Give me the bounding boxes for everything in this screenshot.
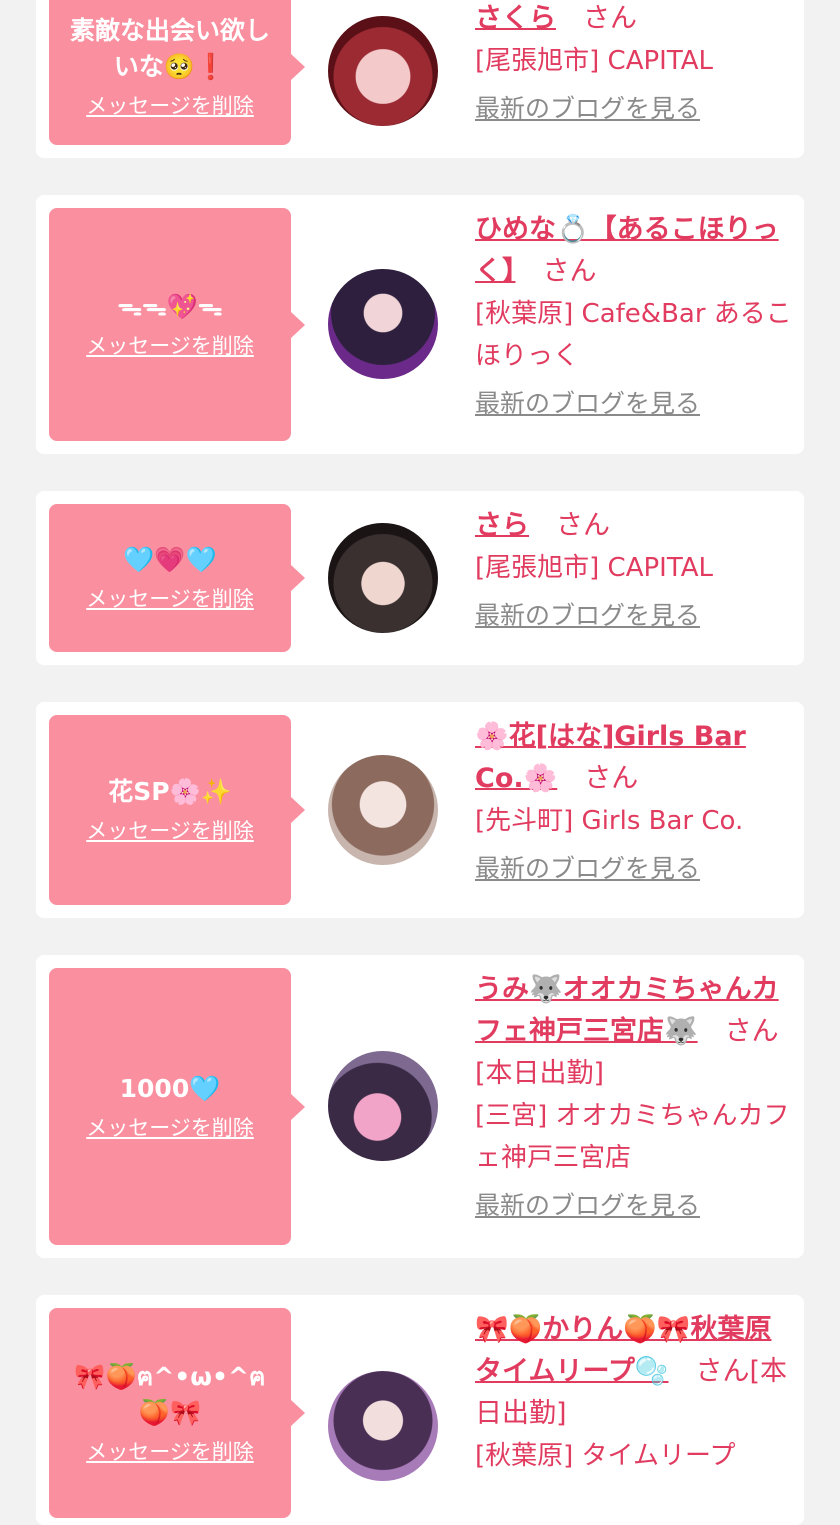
avatar[interactable] xyxy=(328,1051,438,1161)
shop-info: [秋葉原] タイムリープ xyxy=(475,1441,736,1471)
message-text: ᯓᯓ💖ᯓ xyxy=(117,291,223,321)
blog-link[interactable]: 最新のブログを見る xyxy=(475,92,700,126)
avatar[interactable] xyxy=(328,269,438,379)
profile-name-link[interactable]: さら xyxy=(475,510,529,541)
message-text: 花SP🌸✨ xyxy=(108,777,232,806)
message-text: 🎀🍑ฅ^•ω•^ฅ🍑🎀 xyxy=(74,1362,266,1427)
shop-info: [尾張旭市] CAPITAL xyxy=(475,553,713,583)
blog-link[interactable]: 最新のブログを見る xyxy=(475,599,700,633)
name-line: うみ🐺オオカミちゃんカフェ神戸三宮店🐺 さん[本日出勤] xyxy=(475,969,794,1095)
delete-message-link[interactable]: メッセージを削除 xyxy=(86,331,254,361)
message-card: 🎀🍑ฅ^•ω•^ฅ🍑🎀 メッセージを削除 🎀🍑かりん🍑🎀秋葉原タイムリープ🫧 さ… xyxy=(36,1295,804,1525)
message-card: 花SP🌸✨ メッセージを削除 🌸花[はな]Girls Bar Co.🌸 さん [… xyxy=(36,702,804,918)
message-text: 🩵💗🩵 xyxy=(123,545,217,574)
profile-info: うみ🐺オオカミちゃんカフェ神戸三宮店🐺 さん[本日出勤] [三宮] オオカミちゃ… xyxy=(475,955,794,1223)
status-label: [本日出勤] xyxy=(475,1058,605,1089)
name-line: 🌸花[はな]Girls Bar Co.🌸 さん xyxy=(475,716,794,800)
message-card: 素敵な出会い欲しいな🥺❗ メッセージを削除 さくら さん [尾張旭市] CAPI… xyxy=(36,0,804,158)
message-bubble: 🩵💗🩵 メッセージを削除 xyxy=(49,504,305,652)
message-bubble: 素敵な出会い欲しいな🥺❗ メッセージを削除 xyxy=(49,0,305,145)
message-bubble: 1000🩵 メッセージを削除 xyxy=(49,968,305,1245)
delete-message-link[interactable]: メッセージを削除 xyxy=(86,584,254,614)
avatar[interactable] xyxy=(328,1371,438,1481)
name-line: 🎀🍑かりん🍑🎀秋葉原タイムリープ🫧 さん[本日出勤] xyxy=(475,1309,794,1435)
blog-link[interactable]: 最新のブログを見る xyxy=(475,387,700,421)
name-line: さくら さん xyxy=(475,0,794,40)
avatar[interactable] xyxy=(328,755,438,865)
delete-message-link[interactable]: メッセージを削除 xyxy=(86,1113,254,1143)
avatar[interactable] xyxy=(328,523,438,633)
san-label: さん xyxy=(542,256,597,287)
message-card: ᯓᯓ💖ᯓ メッセージを削除 ひめな💍【あるこほりっく】 さん [秋葉原] Caf… xyxy=(36,195,804,454)
san-label: さん xyxy=(556,510,610,541)
name-line: ひめな💍【あるこほりっく】 さん xyxy=(475,209,794,293)
shop-info: [先斗町] Girls Bar Co. xyxy=(475,806,744,836)
delete-message-link[interactable]: メッセージを削除 xyxy=(86,91,254,121)
message-bubble: 🎀🍑ฅ^•ω•^ฅ🍑🎀 メッセージを削除 xyxy=(49,1308,305,1518)
profile-info: 🌸花[はな]Girls Bar Co.🌸 さん [先斗町] Girls Bar … xyxy=(475,702,794,886)
profile-info: 🎀🍑かりん🍑🎀秋葉原タイムリープ🫧 さん[本日出勤] [秋葉原] タイムリープ xyxy=(475,1295,794,1477)
profile-info: ひめな💍【あるこほりっく】 さん [秋葉原] Cafe&Bar あるこほりっく … xyxy=(475,195,794,421)
san-label: さん xyxy=(583,3,637,34)
message-bubble: ᯓᯓ💖ᯓ メッセージを削除 xyxy=(49,208,305,441)
delete-message-link[interactable]: メッセージを削除 xyxy=(86,816,254,846)
san-label: さん xyxy=(584,763,639,794)
shop-info: [三宮] オオカミちゃんカフェ神戸三宮店 xyxy=(475,1101,790,1173)
profile-info: さら さん [尾張旭市] CAPITAL 最新のブログを見る xyxy=(475,491,794,633)
blog-link[interactable]: 最新のブログを見る xyxy=(475,1189,700,1223)
san-label: さん xyxy=(724,1016,779,1047)
message-text: 1000🩵 xyxy=(119,1073,221,1103)
profile-name-link[interactable]: さくら xyxy=(475,3,556,34)
avatar[interactable] xyxy=(328,16,438,126)
delete-message-link[interactable]: メッセージを削除 xyxy=(86,1437,254,1467)
shop-info: [秋葉原] Cafe&Bar あるこほりっく xyxy=(475,299,792,371)
message-text: 素敵な出会い欲しいな🥺❗ xyxy=(69,15,270,81)
profile-info: さくら さん [尾張旭市] CAPITAL 最新のブログを見る xyxy=(475,0,794,126)
profile-name-link[interactable]: ひめな💍【あるこほりっく】 xyxy=(475,214,779,287)
shop-info: [尾張旭市] CAPITAL xyxy=(475,46,713,76)
message-bubble: 花SP🌸✨ メッセージを削除 xyxy=(49,715,305,905)
blog-link[interactable]: 最新のブログを見る xyxy=(475,852,700,886)
message-card: 🩵💗🩵 メッセージを削除 さら さん [尾張旭市] CAPITAL 最新のブログ… xyxy=(36,491,804,665)
san-label: さん xyxy=(695,1356,750,1387)
message-card: 1000🩵 メッセージを削除 うみ🐺オオカミちゃんカフェ神戸三宮店🐺 さん[本日… xyxy=(36,955,804,1258)
name-line: さら さん xyxy=(475,505,794,547)
